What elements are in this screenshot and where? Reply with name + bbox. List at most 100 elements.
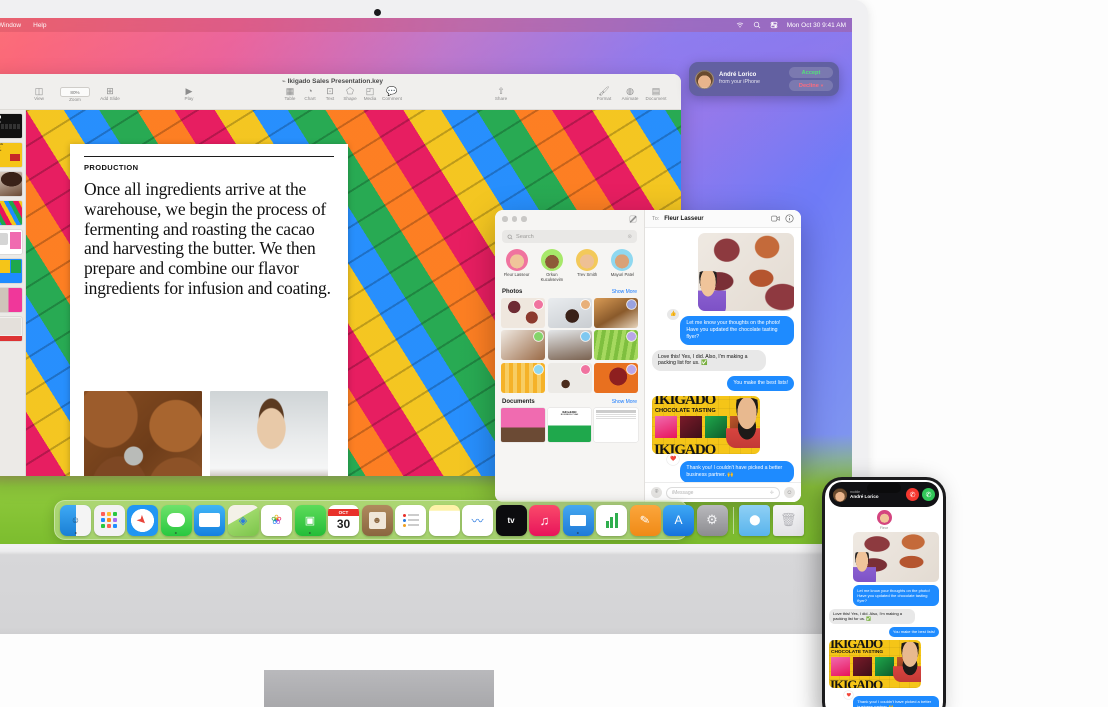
contact-item[interactable]: Mayuri Patel [606, 249, 638, 283]
dock[interactable]: ☺ ➤ ◈ ❀ ▣ OCT 30 ☻ 〰 tv ♫ ✎ A ⚙ ⬤ 🗑 [54, 500, 804, 540]
wifi-icon[interactable] [736, 21, 744, 29]
phone-accept-icon[interactable]: ✆ [922, 488, 935, 501]
info-icon[interactable] [785, 214, 794, 223]
compose-icon[interactable] [629, 215, 637, 223]
conversation-header[interactable]: To: Fleur Lasseur [645, 210, 801, 228]
document-thumbnail[interactable]: KIGADO BUSINESS PLAN [547, 407, 592, 442]
dock-item-trash[interactable]: 🗑 [772, 504, 804, 536]
message-row[interactable]: You make the best lists! [652, 376, 794, 392]
document-thumbnail[interactable] [501, 407, 545, 442]
dock-item-settings[interactable]: ⚙ [696, 504, 728, 536]
dock-item-launchpad[interactable] [93, 504, 125, 536]
slide-thumbnail[interactable]: ADO COMPANY [0, 114, 22, 138]
dock-item-facetime[interactable]: ▣ [294, 504, 326, 536]
keynote-add-slide-button[interactable]: ⊞ Add Slide [93, 86, 127, 101]
document-thumbnail[interactable] [594, 407, 638, 442]
messages-titlebar[interactable] [495, 210, 644, 228]
message-row[interactable]: Love this! Yes, I did. Also, I'm making … [652, 349, 794, 372]
photo-thumbnail[interactable] [501, 362, 545, 393]
menu-item-help[interactable]: Help [33, 22, 46, 29]
message-bubble-outgoing[interactable]: You make the best lists! [727, 376, 794, 392]
message-row[interactable] [829, 532, 939, 582]
minimize-button[interactable] [511, 216, 517, 222]
show-more-photos-link[interactable]: Show More [612, 289, 637, 295]
window-traffic-lights[interactable] [502, 216, 527, 222]
messages-sidebar[interactable]: Search ⊗ Fleur Lasseur Orkun Kucuksevim … [495, 210, 645, 502]
slide-thumbnail[interactable] [0, 230, 22, 254]
slide-thumbnail[interactable] [0, 317, 22, 341]
apps-icon[interactable]: ⌾ [651, 487, 662, 498]
message-bubble-incoming[interactable]: Love this! Yes, I did. Also, I'm making … [829, 608, 915, 624]
dock-item-notes[interactable] [428, 504, 460, 536]
slide-thumbnail[interactable] [0, 172, 22, 196]
contact-item[interactable]: Trev Smith [571, 249, 603, 283]
dock-item-appstore[interactable]: A [663, 504, 694, 536]
dock-item-reminders[interactable] [395, 504, 426, 536]
search-input[interactable]: Search ⊗ [502, 230, 637, 243]
message-list[interactable]: 👍 Let me know your thoughts on the photo… [645, 228, 801, 482]
photo-thumbnail[interactable] [501, 297, 545, 328]
message-row[interactable]: Let me know your thoughts on the photo! … [829, 582, 939, 606]
flyer-attachment[interactable]: IKIGADO CHOCOLATE TASTING IKIGADO [829, 640, 921, 689]
chevron-down-icon[interactable]: ▾ [821, 83, 823, 89]
dock-item-calendar[interactable]: OCT 30 [328, 504, 359, 536]
iphone-screen[interactable]: Fleur Let me know your thoughts on the p… [825, 480, 943, 707]
conversation-pane[interactable]: To: Fleur Lasseur 👍 Let me know your tho… [645, 210, 801, 502]
message-row[interactable]: ❤️ Thank you! I couldn't have picked a b… [829, 691, 939, 707]
emoji-icon[interactable]: ☺ [784, 487, 795, 498]
close-button[interactable] [502, 216, 508, 222]
keynote-play-button[interactable]: ▶ Play [172, 86, 206, 101]
dock-item-music[interactable]: ♫ [529, 504, 560, 536]
dock-item-maps[interactable]: ◈ [227, 504, 259, 536]
menu-bar[interactable]: Window Help Mon Oct 30 9:41 AM [0, 18, 852, 32]
photo-thumbnail[interactable] [547, 297, 592, 328]
send-icon[interactable]: ✛ [770, 490, 774, 496]
dock-item-messages[interactable] [160, 504, 192, 536]
menubar-clock[interactable]: Mon Oct 30 9:41 AM [787, 22, 846, 29]
keynote-share-button[interactable]: ⇧ Share [484, 86, 518, 101]
slide-thumbnail[interactable]: ompany sellsn premiumd Japanese [0, 143, 22, 167]
dock-item-safari[interactable]: ➤ [127, 504, 158, 536]
show-more-documents-link[interactable]: Show More [612, 399, 637, 405]
zoom-value[interactable]: 80% [60, 87, 90, 97]
recent-contacts[interactable]: Fleur Lasseur Orkun Kucuksevim Trev Smit… [495, 249, 644, 289]
chocolate-tasting-photo[interactable] [698, 233, 794, 311]
tapback-heart[interactable]: ❤️ [667, 454, 680, 466]
message-row[interactable]: You make the best lists! [829, 624, 939, 638]
dock-item-pages[interactable]: ✎ [629, 504, 661, 536]
message-composer[interactable]: ⌾ iMessage ✛ ☺ [645, 482, 801, 502]
message-bubble-incoming[interactable]: Love this! Yes, I did. Also, I'm making … [652, 349, 766, 372]
dock-item-appletv[interactable]: tv [495, 504, 527, 536]
clear-icon[interactable]: ⊗ [627, 234, 632, 240]
message-row[interactable]: Love this! Yes, I did. Also, I'm making … [829, 606, 939, 624]
message-bubble-outgoing[interactable]: You make the best lists! [888, 626, 939, 638]
dock-item-contacts[interactable]: ☻ [361, 504, 393, 536]
message-bubble-outgoing[interactable]: Let me know your thoughts on the photo! … [853, 585, 939, 606]
iphone-messages-thread[interactable]: Fleur Let me know your thoughts on the p… [825, 480, 943, 707]
slide-thumbnail[interactable] [0, 288, 22, 312]
message-bubble-outgoing[interactable]: ❤️ Thank you! I couldn't have picked a b… [667, 454, 794, 482]
dock-item-freeform[interactable]: 〰 [462, 504, 493, 536]
messages-window[interactable]: Search ⊗ Fleur Lasseur Orkun Kucuksevim … [495, 210, 801, 502]
shared-documents-grid[interactable]: KIGADO BUSINESS PLAN [495, 407, 644, 442]
slide-thumbnail[interactable] [0, 259, 22, 283]
keynote-document-button[interactable]: ▤ Document [639, 86, 673, 101]
dock-item-finder[interactable]: ☺ [60, 504, 91, 536]
message-row[interactable]: 👍 Let me know your thoughts on the photo… [652, 309, 794, 345]
zoom-button[interactable] [521, 216, 527, 222]
keynote-zoom-control[interactable]: 80% Zoom [58, 86, 92, 102]
keynote-comment-button[interactable]: 💬 Comment [375, 86, 409, 101]
photo-thumbnail[interactable] [501, 330, 545, 361]
message-bubble-outgoing[interactable]: 👍 Let me know your thoughts on the photo… [667, 309, 794, 345]
dock-item-mail[interactable] [194, 504, 225, 536]
dock-item-downloads[interactable]: ⬤ [739, 504, 771, 536]
shared-photos-grid[interactable] [495, 297, 644, 393]
dock-item-photos[interactable]: ❀ [261, 504, 292, 536]
message-input[interactable]: iMessage ✛ [666, 486, 780, 499]
dock-item-numbers[interactable] [596, 504, 627, 536]
decline-call-button[interactable]: Decline ▾ [789, 80, 833, 91]
message-bubble-outgoing[interactable]: ❤️ Thank you! I couldn't have picked a b… [844, 691, 939, 707]
phone-decline-icon[interactable]: ✆ [906, 488, 919, 501]
photo-thumbnail[interactable] [594, 362, 638, 393]
flyer-attachment[interactable]: IKIGADO CHOCOLATE TASTING IKIGADO [652, 396, 760, 455]
